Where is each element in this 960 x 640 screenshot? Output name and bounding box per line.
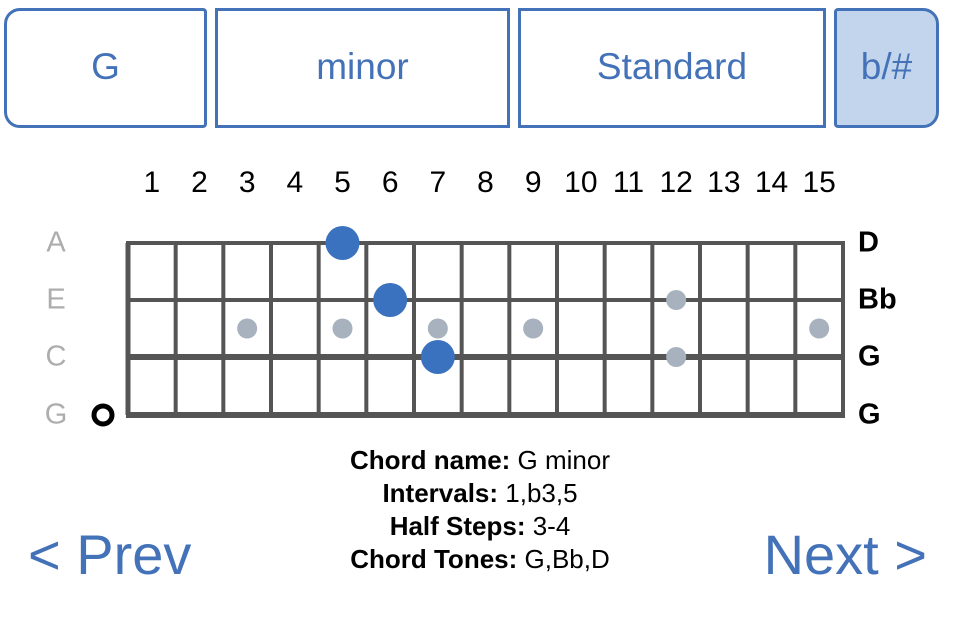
open-string-markers-layer bbox=[91, 403, 115, 427]
inlay-marker-fret-3 bbox=[237, 318, 258, 339]
inlay-marker-fret-5 bbox=[332, 318, 353, 339]
info-value-3: G,Bb,D bbox=[517, 544, 610, 574]
info-value-0: G minor bbox=[510, 445, 611, 475]
info-label-1: Intervals: bbox=[382, 478, 499, 508]
info-label-3: Chord Tones: bbox=[350, 544, 518, 574]
note-dot-C-fret-7 bbox=[420, 340, 455, 374]
info-value-2: 3-4 bbox=[525, 511, 571, 541]
inlay-marker-fret-12-1 bbox=[666, 290, 687, 310]
inlay-marker-fret-9 bbox=[523, 318, 544, 339]
info-label-2: Half Steps: bbox=[389, 511, 526, 541]
inlay-marker-fret-12-2 bbox=[666, 347, 687, 367]
note-dot-E-fret-6 bbox=[373, 283, 408, 317]
prev-button[interactable]: < Prev bbox=[28, 527, 191, 583]
info-label-0: Chord name: bbox=[349, 445, 511, 475]
open-string-marker-G bbox=[91, 403, 115, 427]
inlay-marker-fret-7 bbox=[427, 318, 448, 339]
info-row-1: Intervals: 1,b3,5 bbox=[0, 477, 960, 510]
inlay-marker-fret-15 bbox=[809, 318, 830, 339]
info-value-1: 1,b3,5 bbox=[498, 478, 578, 508]
info-row-0: Chord name: G minor bbox=[0, 444, 960, 477]
grid-lines-layer bbox=[125, 241, 845, 418]
note-dot-A-fret-5 bbox=[325, 226, 360, 260]
next-button[interactable]: Next > bbox=[764, 527, 927, 583]
